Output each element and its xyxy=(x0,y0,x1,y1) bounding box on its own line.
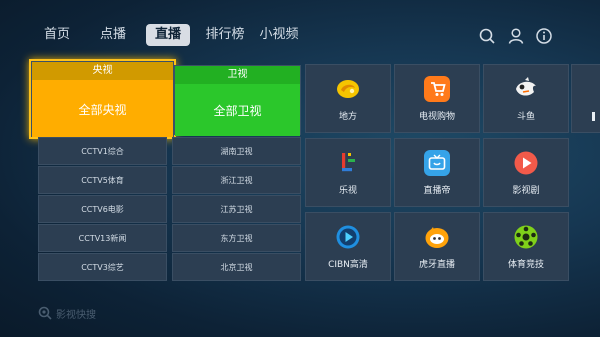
channel-row[interactable]: CCTV1综合 xyxy=(38,137,167,165)
app-tile-live-emperor[interactable]: 直播帝 xyxy=(394,138,480,207)
app-label: 乐视 xyxy=(338,185,357,196)
app-tile-sports[interactable]: 体育竞技 xyxy=(483,212,569,281)
app-label: CIBN高清 xyxy=(328,259,368,270)
app-label: 虎牙直播 xyxy=(418,259,455,270)
channel-row[interactable]: CCTV5体育 xyxy=(38,166,167,194)
douyu-fish-icon xyxy=(513,76,539,102)
app-label: 斗鱼 xyxy=(516,111,535,122)
yellow-swirl-icon xyxy=(335,76,361,102)
channel-row[interactable]: 东方卫视 xyxy=(172,224,301,252)
app-label: 电视购物 xyxy=(418,111,455,122)
search-icon[interactable] xyxy=(478,27,496,45)
app-tile-douyu[interactable]: 斗鱼 xyxy=(483,64,569,133)
yangshi-all-label: 全部央视 xyxy=(32,80,173,138)
top-nav: 首页 点播 直播 排行榜 小视频 xyxy=(0,0,600,60)
channel-row[interactable]: 湖南卫视 xyxy=(172,137,301,165)
user-icon[interactable] xyxy=(507,27,525,45)
tab-live[interactable]: 直播 xyxy=(146,24,190,46)
channel-row[interactable]: 北京卫视 xyxy=(172,253,301,281)
app-tile-partial[interactable] xyxy=(571,64,600,133)
app-tile-letv[interactable]: 乐视 xyxy=(305,138,391,207)
letv-icon xyxy=(335,150,361,176)
cibn-play-icon xyxy=(335,224,361,250)
app-tile-drama[interactable]: 影视剧 xyxy=(483,138,569,207)
app-tile-tv-shopping[interactable]: 电视购物 xyxy=(394,64,480,133)
yangshi-header: 央视 xyxy=(32,62,173,80)
app-label: 影视剧 xyxy=(512,185,540,196)
quick-search-hint: 影视快搜 xyxy=(38,305,96,321)
yangshi-category-tile[interactable]: 央视 全部央视 xyxy=(29,59,176,139)
quick-search-label: 影视快搜 xyxy=(56,309,96,321)
tab-ranking[interactable]: 排行榜 xyxy=(203,24,247,46)
play-circle-icon xyxy=(513,150,539,176)
channel-row[interactable]: 浙江卫视 xyxy=(172,166,301,194)
info-icon[interactable] xyxy=(535,27,553,45)
weishi-header: 卫视 xyxy=(175,66,300,84)
weishi-category-tile[interactable]: 卫视 全部卫视 xyxy=(174,65,301,136)
tab-vod[interactable]: 点播 xyxy=(94,24,132,46)
channel-row[interactable]: CCTV3综艺 xyxy=(38,253,167,281)
channel-row[interactable]: CCTV13新闻 xyxy=(38,224,167,252)
huya-icon xyxy=(424,224,450,250)
channel-row[interactable]: 江苏卫视 xyxy=(172,195,301,223)
app-tile-cibn[interactable]: CIBN高清 xyxy=(305,212,391,281)
app-label: 直播帝 xyxy=(423,185,451,196)
channel-row[interactable]: CCTV6电影 xyxy=(38,195,167,223)
app-label: 地方 xyxy=(338,111,357,122)
soccer-ball-icon xyxy=(513,224,539,250)
weishi-all-label: 全部卫视 xyxy=(175,84,300,136)
app-tile-huya[interactable]: 虎牙直播 xyxy=(394,212,480,281)
tab-home[interactable]: 首页 xyxy=(38,24,76,46)
app-label: 体育竞技 xyxy=(507,259,544,270)
quick-search-icon xyxy=(38,306,52,320)
tv-shopping-icon xyxy=(424,75,450,102)
tab-short-video[interactable]: 小视频 xyxy=(256,24,302,46)
app-tile-difang[interactable]: 地方 xyxy=(305,64,391,133)
live-tv-icon xyxy=(424,149,450,176)
